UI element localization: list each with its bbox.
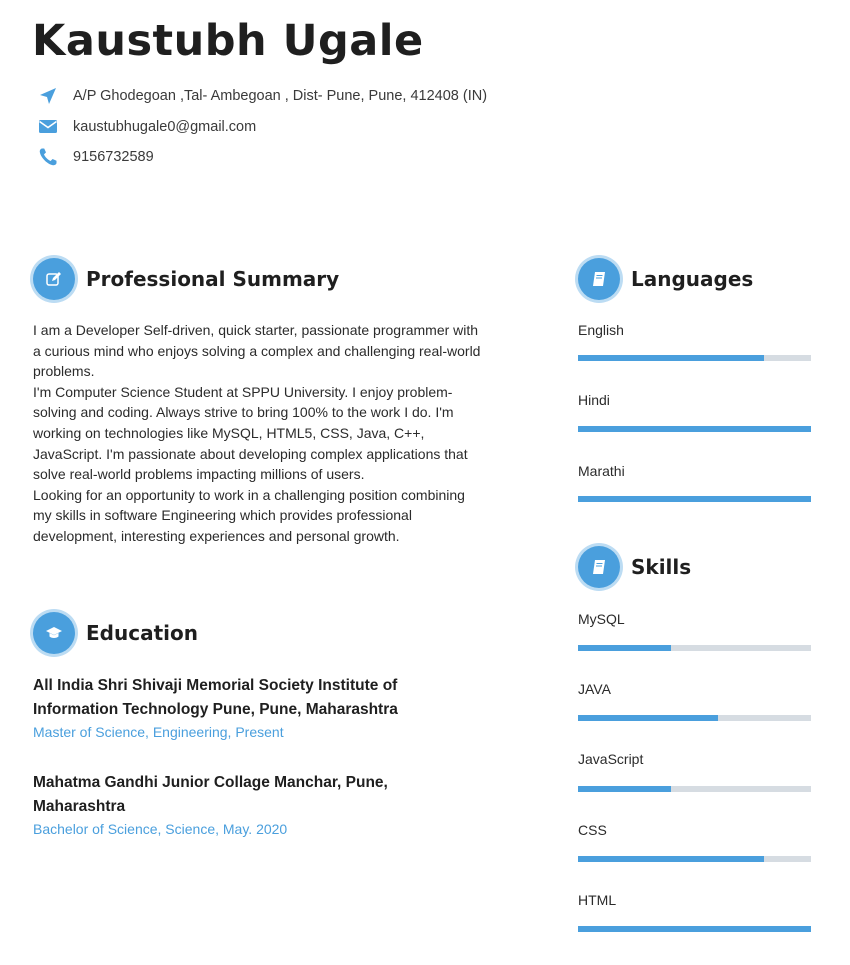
language-name: English: [578, 322, 624, 338]
skill-item: CSS: [578, 822, 811, 862]
skill-level-fill: [578, 786, 672, 792]
language-level-fill: [578, 496, 811, 502]
phone-icon: [38, 147, 58, 167]
language-level-fill: [578, 355, 765, 361]
skill-level-bar: [578, 715, 811, 721]
degree-info: Master of Science, Engineering, Present: [33, 724, 284, 740]
language-level-bar: [578, 426, 811, 432]
contact-email: kaustubhugale0@gmail.com: [38, 117, 256, 137]
language-name: Marathi: [578, 463, 625, 479]
summary-title: Professional Summary: [86, 267, 340, 291]
summary-paragraph: I'm Computer Science Student at SPPU Uni…: [33, 383, 468, 483]
language-level-fill: [578, 426, 811, 432]
summary-paragraph: Looking for an opportunity to work in a …: [33, 486, 465, 544]
skill-name: HTML: [578, 892, 617, 908]
summary-paragraph: I am a Developer Self-driven, quick star…: [33, 322, 481, 380]
book-icon: [578, 258, 620, 300]
contact-address: A/P Ghodegoan ,Tal- Ambegoan , Dist- Pun…: [38, 86, 487, 106]
phone-text: 9156732589: [73, 149, 154, 165]
skill-name: JavaScript: [578, 751, 644, 767]
summary-text: I am a Developer Self-driven, quick star…: [33, 320, 483, 547]
edit-icon: [33, 258, 75, 300]
skills-section-header: Skills: [578, 546, 691, 588]
language-name: Hindi: [578, 392, 610, 408]
languages-title: Languages: [631, 267, 754, 291]
language-level-bar: [578, 355, 811, 361]
summary-section-header: Professional Summary: [33, 258, 339, 300]
language-item: Hindi: [578, 392, 811, 432]
envelope-icon: [38, 117, 58, 137]
skill-item: HTML: [578, 892, 811, 932]
location-arrow-icon: [38, 86, 58, 106]
skill-name: MySQL: [578, 611, 625, 627]
skill-level-fill: [578, 856, 765, 862]
education-entry: All India Shri Shivaji Memorial Society …: [33, 674, 453, 742]
address-text: A/P Ghodegoan ,Tal- Ambegoan , Dist- Pun…: [73, 88, 488, 104]
skill-level-bar: [578, 786, 811, 792]
book-icon: [578, 546, 620, 588]
candidate-name: Kaustubh Ugale: [32, 16, 424, 66]
education-entry: Mahatma Gandhi Junior Collage Manchar, P…: [33, 771, 453, 839]
skill-level-bar: [578, 856, 811, 862]
skill-item: JAVA: [578, 681, 811, 721]
language-item: English: [578, 322, 811, 361]
skill-level-bar: [578, 645, 811, 651]
education-title: Education: [86, 621, 198, 645]
degree-info: Bachelor of Science, Science, May. 2020: [33, 821, 288, 837]
graduation-cap-icon: [33, 612, 75, 654]
language-level-bar: [578, 496, 811, 502]
languages-section-header: Languages: [578, 258, 753, 300]
school-name: Mahatma Gandhi Junior Collage Manchar, P…: [33, 774, 388, 815]
skill-item: MySQL: [578, 611, 811, 651]
email-link[interactable]: kaustubhugale0@gmail.com: [73, 119, 256, 135]
language-item: Marathi: [578, 463, 811, 502]
skill-name: JAVA: [578, 681, 611, 697]
skill-item: JavaScript: [578, 751, 811, 792]
skill-level-fill: [578, 645, 672, 651]
skill-level-fill: [578, 715, 718, 721]
skill-level-bar: [578, 926, 811, 932]
skills-title: Skills: [631, 555, 692, 579]
contact-phone: 9156732589: [38, 147, 154, 167]
skill-name: CSS: [578, 822, 607, 838]
school-name: All India Shri Shivaji Memorial Society …: [33, 677, 398, 718]
education-section-header: Education: [33, 612, 198, 654]
skill-level-fill: [578, 926, 811, 932]
